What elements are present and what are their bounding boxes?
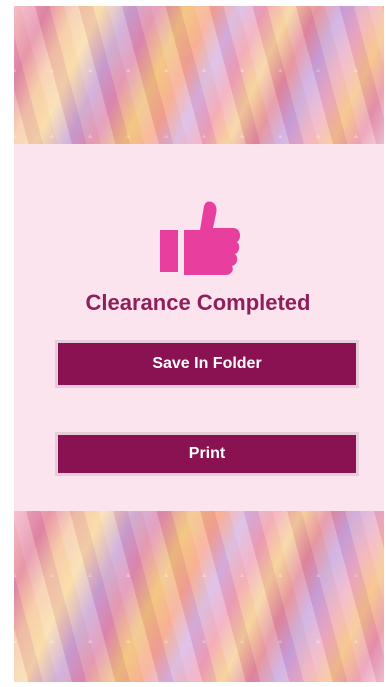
save-in-folder-button[interactable]: Save In Folder: [58, 343, 356, 385]
background-pattern-bottom: [14, 511, 384, 682]
page-title: Clearance Completed: [85, 290, 311, 315]
confirmation-panel: Clearance Completed Save In Folder Print: [14, 144, 384, 511]
print-button[interactable]: Print: [58, 435, 356, 473]
background-pattern-top: [14, 6, 384, 144]
thumbs-up-icon: [160, 200, 240, 276]
app-screen: Clearance Completed Save In Folder Print: [14, 6, 384, 682]
